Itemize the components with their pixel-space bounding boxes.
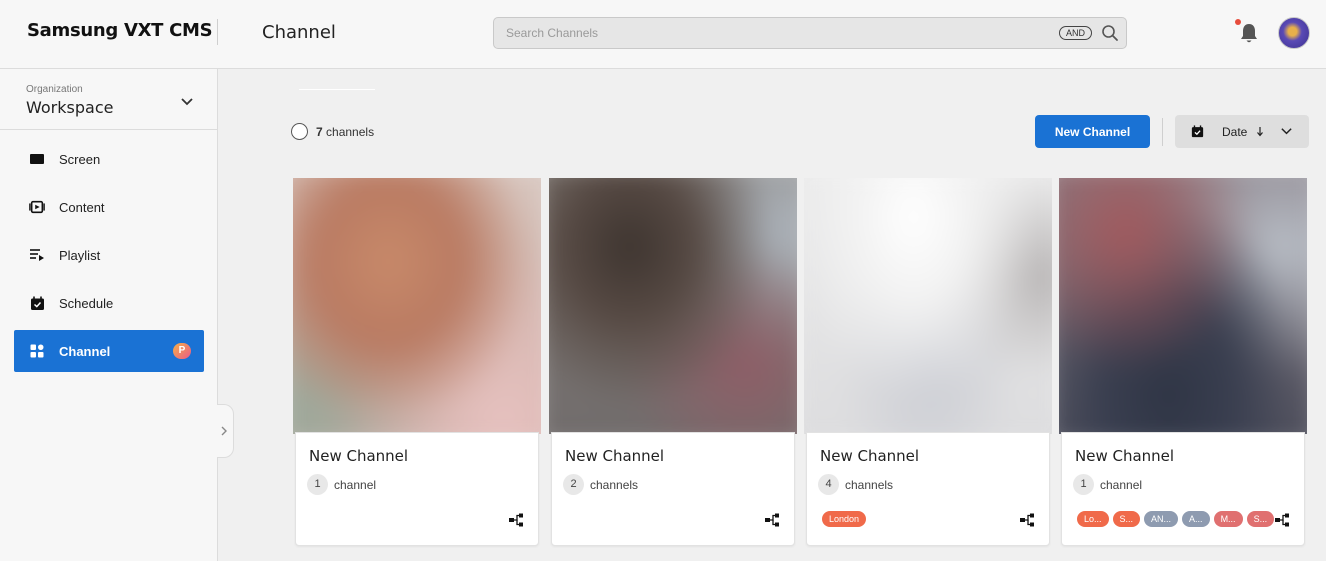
channel-count: 7 channels — [316, 125, 374, 139]
channel-count-label: channel — [334, 478, 377, 492]
sort-label: Date — [1222, 125, 1248, 139]
chevron-right-icon — [221, 426, 227, 436]
search-operator-chip[interactable]: AND — [1059, 26, 1093, 40]
sidebar-item-label: Schedule — [59, 295, 114, 311]
channel-card[interactable]: New Channel 2 channels — [549, 178, 797, 548]
channel-card-body: New Channel 4 channels London — [806, 432, 1050, 546]
channel-card-body: New Channel 1 channel Lo... S... AN... A… — [1061, 432, 1305, 546]
channel-thumbnail[interactable] — [1059, 178, 1307, 434]
sidebar-item-label: Channel — [59, 343, 111, 359]
channel-card-body: New Channel 2 channels — [551, 432, 795, 546]
channel-count-number: 7 — [316, 125, 323, 139]
arrow-down-icon — [1257, 127, 1263, 137]
channel-count-badge: 4 — [818, 474, 839, 495]
calendar-icon — [1191, 125, 1204, 138]
chevron-down-icon[interactable] — [180, 95, 194, 109]
sidebar-collapse-handle[interactable] — [217, 404, 234, 458]
screen-icon — [29, 151, 45, 167]
notification-dot — [1235, 19, 1241, 25]
hierarchy-icon[interactable] — [508, 512, 524, 528]
channel-count-label: channel — [1100, 478, 1143, 492]
header-divider — [217, 19, 218, 45]
channel-title[interactable]: New Channel — [309, 447, 408, 465]
schedule-icon — [29, 295, 45, 311]
content-icon — [29, 199, 45, 215]
sidebar-item-label: Screen — [59, 151, 101, 167]
organization-selector[interactable]: Organization Workspace — [0, 69, 217, 130]
channel-count-badge: 2 — [563, 474, 584, 495]
sidebar-item-screen[interactable]: Screen — [14, 138, 204, 180]
channel-count-badge: 1 — [307, 474, 328, 495]
org-label: Organization — [26, 84, 83, 95]
channel-thumbnail[interactable] — [804, 178, 1052, 434]
chevron-down-icon — [1281, 128, 1292, 135]
channel-card-body: New Channel 1 channel — [295, 432, 539, 546]
hierarchy-icon[interactable] — [1274, 512, 1290, 528]
sidebar-item-playlist[interactable]: Playlist — [14, 234, 204, 276]
premium-badge: P — [173, 343, 191, 359]
search-input[interactable] — [494, 18, 1054, 48]
sidebar-item-label: Playlist — [59, 247, 101, 263]
sidebar: Organization Workspace Screen Content Pl… — [0, 69, 218, 561]
sidebar-item-content[interactable]: Content — [14, 186, 204, 228]
channel-card[interactable]: New Channel 1 channel — [293, 178, 541, 548]
tab-indicator — [299, 89, 375, 90]
tag-chip[interactable]: AN... — [1144, 511, 1179, 527]
select-all-checkbox[interactable] — [291, 123, 308, 140]
sort-dropdown[interactable]: Date — [1175, 115, 1309, 148]
tag-chip[interactable]: A... — [1182, 511, 1210, 527]
channel-count-label: channels — [590, 478, 639, 492]
sidebar-item-label: Content — [59, 199, 105, 215]
playlist-icon — [29, 247, 45, 263]
new-channel-button[interactable]: New Channel — [1035, 115, 1150, 148]
page-title: Channel — [262, 22, 336, 43]
tag-chip[interactable]: S... — [1246, 511, 1275, 527]
tag-chip[interactable]: Lo... — [1077, 511, 1109, 527]
sidebar-item-channel[interactable]: Channel P — [14, 330, 204, 372]
hierarchy-icon[interactable] — [1019, 512, 1035, 528]
search-bar[interactable]: AND — [493, 17, 1127, 49]
channel-title[interactable]: New Channel — [1075, 447, 1174, 465]
tag-chip[interactable]: S... — [1112, 511, 1141, 527]
channel-count-label: channels — [845, 478, 894, 492]
channel-count-label: channels — [326, 125, 375, 139]
brand-logo[interactable]: Samsung VXT CMS — [27, 20, 213, 41]
top-header: Samsung VXT CMS Channel AND — [0, 0, 1326, 69]
bell-icon[interactable] — [1239, 22, 1259, 44]
toolbar-divider — [1162, 118, 1163, 146]
search-icon[interactable] — [1101, 24, 1119, 42]
hierarchy-icon[interactable] — [764, 512, 780, 528]
channel-card[interactable]: New Channel 1 channel Lo... S... AN... A… — [1059, 178, 1307, 548]
tag-list: London — [822, 511, 867, 527]
channel-title[interactable]: New Channel — [820, 447, 919, 465]
channel-title[interactable]: New Channel — [565, 447, 664, 465]
channel-thumbnail[interactable] — [549, 178, 797, 434]
tag-chip[interactable]: M... — [1213, 511, 1243, 527]
channel-thumbnail[interactable] — [293, 178, 541, 434]
channel-icon — [29, 343, 45, 359]
tag-chip[interactable]: London — [822, 511, 867, 527]
channel-card[interactable]: New Channel 4 channels London — [804, 178, 1052, 548]
channel-count-badge: 1 — [1073, 474, 1094, 495]
sidebar-item-schedule[interactable]: Schedule — [14, 282, 204, 324]
tag-list: Lo... S... AN... A... M... S... — [1077, 511, 1275, 527]
org-name: Workspace — [26, 98, 114, 117]
avatar[interactable] — [1278, 17, 1310, 49]
